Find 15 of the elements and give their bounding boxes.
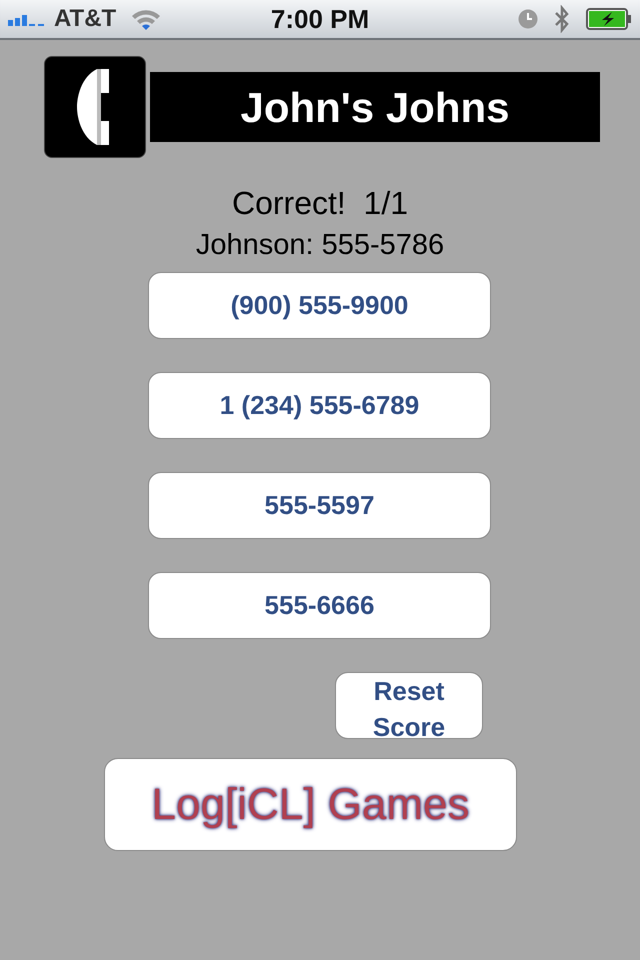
- clock-icon: [518, 9, 538, 29]
- battery-icon: [586, 8, 632, 30]
- answer-button[interactable]: 555-5597: [148, 472, 491, 539]
- answer-button[interactable]: 1 (234) 555-6789: [148, 372, 491, 439]
- carrier-label: AT&T: [54, 4, 116, 34]
- result-text: Correct! 1/1: [230, 184, 410, 222]
- answer-button[interactable]: 555-6666: [148, 572, 491, 639]
- logo-button[interactable]: Log[iCL] Games: [104, 758, 517, 851]
- title-banner: John's Johns: [150, 72, 600, 142]
- reset-score-button[interactable]: Reset Score: [335, 672, 483, 739]
- question-text: Johnson: 555-5786: [194, 228, 446, 262]
- bluetooth-icon: [554, 5, 570, 33]
- time-label: 7:00 PM: [270, 4, 370, 34]
- answer-button[interactable]: (900) 555-9900: [148, 272, 491, 339]
- phone-icon: [44, 56, 146, 158]
